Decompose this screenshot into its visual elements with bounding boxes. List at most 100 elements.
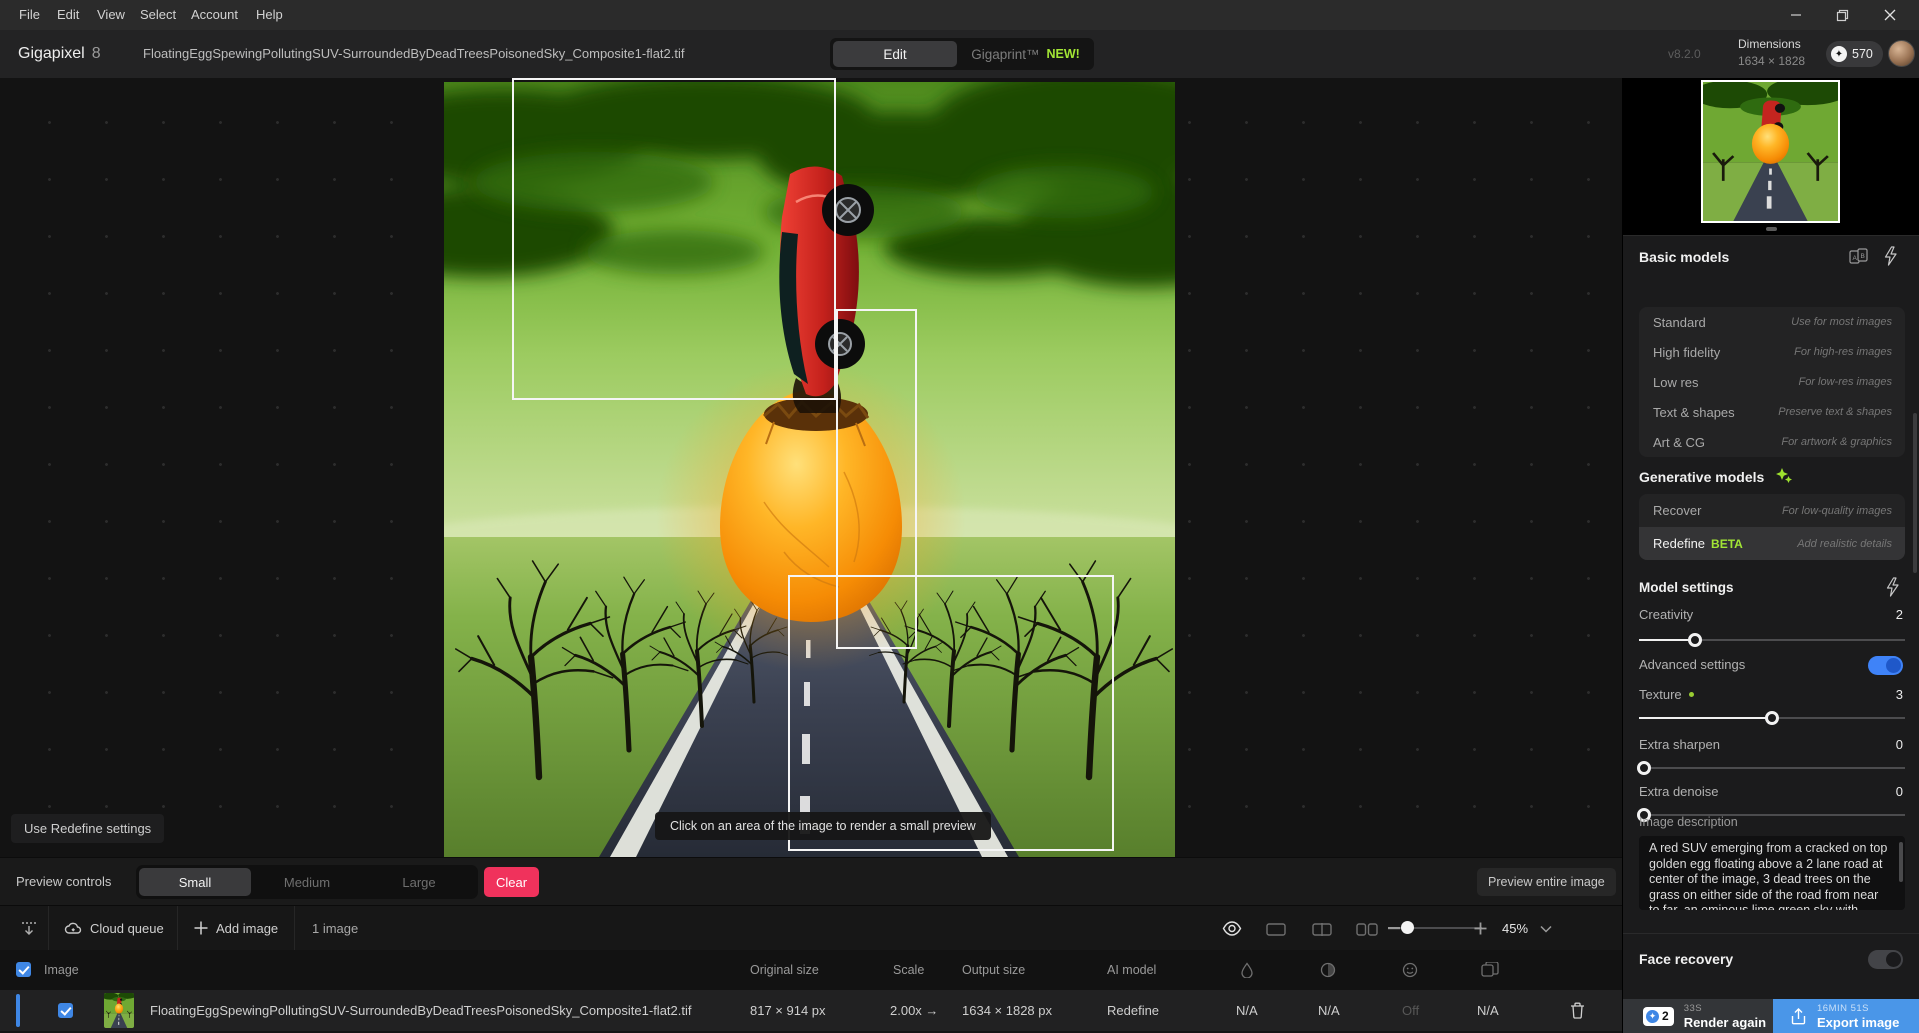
row-filename: FloatingEggSpewingPollutingSUV-Surrounde… [150,1003,692,1018]
generative-models-list: Recover For low-quality images Redefine … [1639,494,1905,560]
advanced-settings-label: Advanced settings [1639,657,1746,672]
extra-sharpen-slider-thumb[interactable] [1637,761,1652,775]
format-icon [1481,962,1499,977]
face-recovery-icon [1402,962,1418,978]
credits-badge[interactable]: ✦ 570 [1826,41,1883,67]
advanced-settings-toggle[interactable] [1868,656,1903,675]
extra-sharpen-slider[interactable] [1637,761,1905,775]
extra-sharpen-value: 0 [1895,737,1903,752]
menu-help[interactable]: Help [243,0,296,30]
preview-region-1[interactable] [512,78,836,400]
size-small-button[interactable]: Small [139,868,251,896]
split-view-icon[interactable] [1312,923,1332,936]
face-recovery-label: Face recovery [1639,951,1734,967]
description-scrollbar[interactable] [1899,842,1903,882]
row-original: 817 × 914 px [750,1003,826,1018]
image-description-input[interactable]: A red SUV emerging from a cracked on top… [1639,836,1905,910]
mode-edit-tab[interactable]: Edit [833,41,957,67]
svg-text:A: A [1853,255,1858,262]
size-medium-button[interactable]: Medium [251,868,363,896]
export-image-button[interactable]: 16MIN 51S Export image [1773,999,1919,1033]
single-view-icon[interactable] [1266,923,1286,936]
model-recover[interactable]: Recover For low-quality images [1639,494,1905,527]
side-by-side-view-icon[interactable] [1356,923,1378,936]
bottom-toolbar: Cloud queue Add image 1 image 45% [0,905,1622,951]
row-face: Off [1402,1003,1420,1018]
redefine-settings-chip[interactable]: Use Redefine settings [11,814,165,843]
model-name: Redefine [1653,536,1706,551]
model-text-shapes[interactable]: Text & shapes Preserve text & shapes [1639,397,1905,427]
app-version-number: 8 [91,45,101,62]
model-low-res[interactable]: Low res For low-res images [1639,367,1905,397]
menu-account[interactable]: Account [178,0,251,30]
face-recovery-toggle[interactable] [1868,950,1903,969]
model-redefine[interactable]: Redefine BETA Add realistic details [1639,527,1905,560]
gigaprint-label: Gigaprint™ [971,46,1040,62]
settings-autopilot-bolt-icon[interactable] [1885,577,1900,597]
texture-label-text: Texture [1639,687,1682,702]
export-time: 16MIN 51S [1817,1002,1870,1014]
creativity-slider[interactable] [1639,633,1905,647]
row-checkbox[interactable] [58,1003,73,1018]
zoom-slider-thumb[interactable] [1401,921,1414,934]
creativity-value: 2 [1895,607,1903,622]
minimize-button[interactable] [1774,0,1818,30]
add-image-button[interactable]: Add image [216,906,278,951]
restore-icon [1836,9,1848,21]
render-label: Render again [1683,1014,1767,1030]
row-scale[interactable]: 2.00x → [890,990,938,1031]
zoom-out-icon[interactable] [1388,927,1400,930]
restore-button[interactable] [1820,0,1864,30]
size-large-button[interactable]: Large [363,868,475,896]
model-desc: For high-res images [1794,346,1892,358]
render-again-text: 33S Render again [1684,1003,1766,1030]
dimensions-label: Dimensions [1738,37,1801,51]
model-desc: For low-quality images [1781,504,1892,517]
sharpen-droplet-icon [1241,962,1253,978]
file-table-row[interactable]: FloatingEggSpewingPollutingSUV-Surrounde… [0,990,1622,1031]
row-model[interactable]: Redefine [1107,990,1159,1031]
clear-button[interactable]: Clear [484,867,540,897]
navigator-handle[interactable] [1766,227,1777,231]
navigator-thumbnail[interactable] [1691,75,1850,223]
canvas[interactable]: Click on an area of the image to render … [0,78,1622,857]
avatar[interactable] [1888,40,1915,67]
basic-autopilot-bolt-icon[interactable] [1883,246,1898,266]
mode-gigaprint-tab[interactable]: Gigaprint™ NEW! [957,47,1094,62]
zoom-in-icon[interactable] [1474,922,1487,935]
texture-modified-dot [1688,692,1694,697]
trash-icon[interactable] [1570,1002,1585,1019]
generative-models-title: Generative models [1639,469,1765,485]
extra-denoise-value: 0 [1895,784,1903,799]
extra-denoise-label: Extra denoise [1639,784,1719,799]
preview-eye-icon[interactable] [1222,921,1242,936]
preview-region-3[interactable] [788,575,1114,851]
right-panel: Basic models A B Standard Use for most i… [1622,75,1919,1033]
model-art-cg[interactable]: Art & CG For artwork & graphics [1639,427,1905,457]
preview-controls-bar: Preview controls Small Medium Large Clea… [0,857,1622,905]
preview-size-segmented-control: Small Medium Large [136,865,478,899]
row-gamma: N/A [1477,1003,1499,1018]
texture-slider-thumb[interactable] [1765,711,1779,725]
chevron-down-icon[interactable] [1540,925,1552,933]
creativity-slider-thumb[interactable] [1687,633,1702,647]
render-again-button[interactable]: ✦ 2 33S Render again [1623,999,1773,1033]
panel-scrollbar[interactable] [1913,413,1917,573]
row-output: 1634 × 1828 px [962,1003,1052,1018]
minimize-icon [1791,14,1801,16]
extra-sharpen-label: Extra sharpen [1639,737,1720,752]
preview-entire-image-button[interactable]: Preview entire image [1477,868,1616,896]
model-desc: Use for most images [1791,316,1892,328]
mode-toggle: Edit Gigaprint™ NEW! [830,38,1094,70]
zoom-percentage[interactable]: 45% [1502,906,1528,951]
render-credit-count: 2 [1662,1009,1669,1023]
model-high-fidelity[interactable]: High fidelity For high-res images [1639,337,1905,367]
texture-slider[interactable] [1639,711,1905,725]
close-button[interactable] [1868,0,1912,30]
select-all-checkbox[interactable] [16,962,31,977]
coin-icon: ✦ [1831,46,1847,62]
queue-collapse-icon[interactable] [20,920,38,938]
ab-compare-icon[interactable]: A B [1849,248,1868,265]
model-standard[interactable]: Standard Use for most images [1639,307,1905,337]
cloud-queue-button[interactable]: Cloud queue [90,906,164,951]
